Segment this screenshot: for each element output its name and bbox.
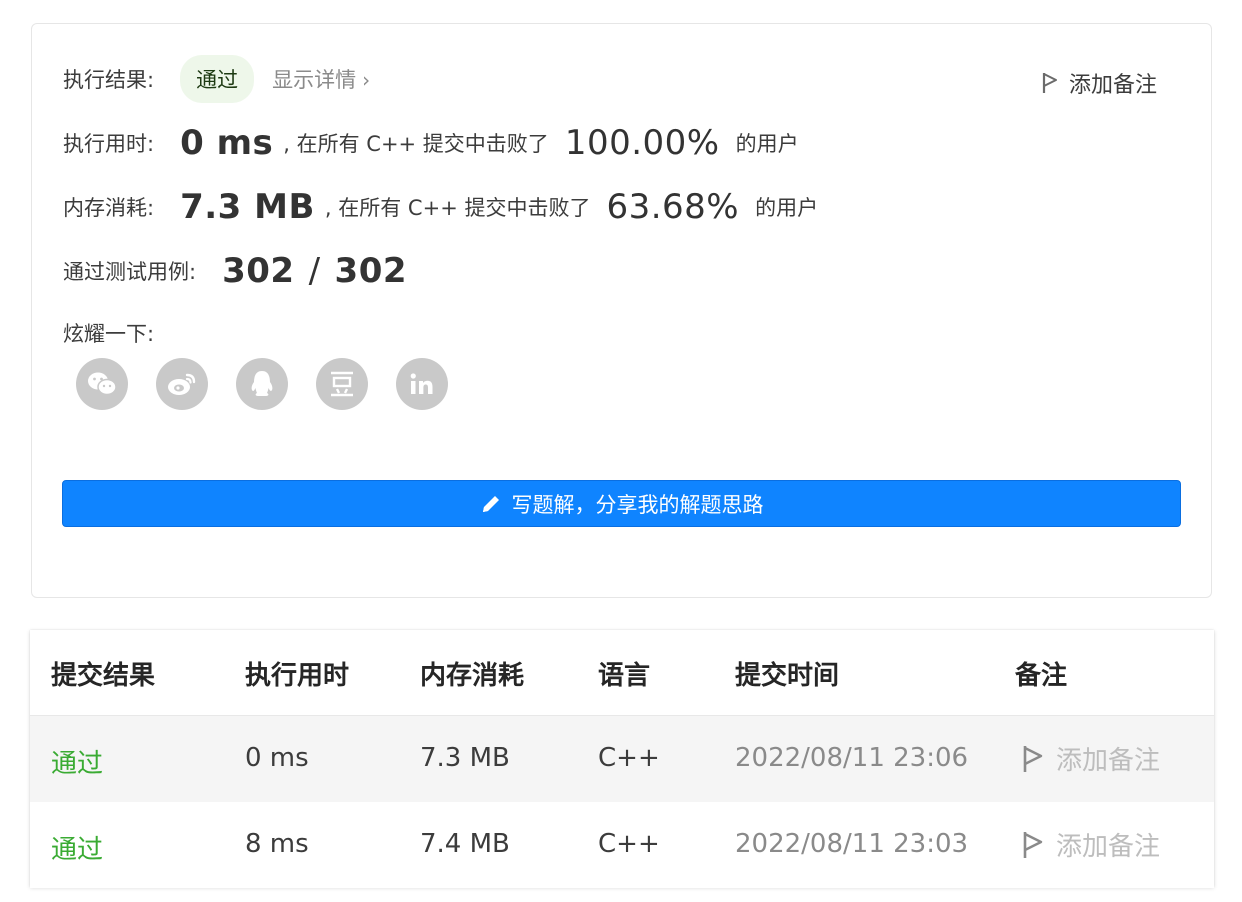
runtime-label: 执行用时: bbox=[63, 132, 155, 156]
row-runtime: 0 ms bbox=[245, 743, 309, 773]
table-row[interactable]: 通过 0 ms 7.3 MB C++ 2022/08/11 23:06 添加备注 bbox=[30, 716, 1214, 803]
row-add-note-button[interactable]: 添加备注 bbox=[1022, 826, 1160, 863]
runtime-mid-text: , 在所有 C++ 提交中击败了 bbox=[283, 132, 549, 156]
memory-suffix: 的用户 bbox=[755, 196, 819, 220]
submissions-table: 提交结果 执行用时 内存消耗 语言 提交时间 备注 通过 0 ms 7.3 MB… bbox=[30, 630, 1214, 888]
share-label: 炫耀一下: bbox=[63, 322, 155, 346]
row-add-note-button[interactable]: 添加备注 bbox=[1022, 740, 1160, 777]
row-submit-time: 2022/08/11 23:06 bbox=[735, 743, 969, 773]
result-label: 执行结果: bbox=[63, 68, 155, 92]
tests-label: 通过测试用例: bbox=[63, 260, 197, 284]
add-note-label: 添加备注 bbox=[1068, 73, 1157, 98]
write-solution-label: 写题解，分享我的解题思路 bbox=[511, 492, 764, 517]
flag-icon bbox=[1023, 831, 1043, 858]
row-runtime: 8 ms bbox=[245, 829, 309, 859]
header-note: 备注 bbox=[1015, 661, 1068, 691]
row-language: C++ bbox=[598, 743, 660, 773]
tests-passed: 302 bbox=[222, 251, 295, 291]
row-submit-time: 2022/08/11 23:03 bbox=[735, 829, 969, 859]
flag-icon bbox=[1023, 745, 1043, 772]
memory-label: 内存消耗: bbox=[63, 196, 155, 220]
write-solution-button[interactable]: 写题解，分享我的解题思路 bbox=[62, 480, 1181, 527]
runtime-row: 执行用时: 0 ms , 在所有 C++ 提交中击败了 100.00% 的用户 bbox=[63, 123, 799, 163]
memory-percent: 63.68% bbox=[606, 187, 740, 227]
share-icons bbox=[76, 358, 448, 410]
table-row[interactable]: 通过 8 ms 7.4 MB C++ 2022/08/11 23:03 添加备注 bbox=[30, 802, 1214, 888]
table-header: 提交结果 执行用时 内存消耗 语言 提交时间 备注 bbox=[30, 630, 1214, 716]
memory-value: 7.3 MB bbox=[180, 187, 315, 227]
flag-icon bbox=[1042, 73, 1057, 93]
show-details-link[interactable]: 显示详情 › bbox=[272, 64, 370, 94]
douban-icon[interactable] bbox=[316, 358, 368, 410]
row-memory: 7.3 MB bbox=[420, 743, 510, 773]
result-row: 执行结果: 通过 显示详情 › bbox=[63, 55, 370, 103]
runtime-percent: 100.00% bbox=[564, 123, 720, 163]
row-language: C++ bbox=[598, 829, 660, 859]
linkedin-icon[interactable] bbox=[396, 358, 448, 410]
weibo-icon[interactable] bbox=[156, 358, 208, 410]
add-note-button[interactable]: 添加备注 bbox=[1041, 67, 1157, 99]
row-memory: 7.4 MB bbox=[420, 829, 510, 859]
header-memory: 内存消耗 bbox=[420, 661, 525, 691]
memory-row: 内存消耗: 7.3 MB , 在所有 C++ 提交中击败了 63.68% 的用户 bbox=[63, 187, 818, 227]
chevron-right-icon: › bbox=[362, 68, 371, 92]
pencil-icon bbox=[482, 495, 499, 512]
tests-row: 通过测试用例: 302 / 302 bbox=[63, 251, 407, 291]
runtime-value: 0 ms bbox=[180, 123, 274, 163]
result-card: 执行结果: 通过 显示详情 › 添加备注 执行用时: 0 ms , 在所有 C++… bbox=[31, 23, 1212, 598]
share-row: 炫耀一下: bbox=[63, 318, 154, 348]
tests-total: 302 bbox=[334, 251, 408, 291]
tests-separator: / bbox=[308, 251, 321, 291]
memory-mid-text: , 在所有 C++ 提交中击败了 bbox=[324, 196, 591, 220]
wechat-icon[interactable] bbox=[76, 358, 128, 410]
row-note-label: 添加备注 bbox=[1056, 746, 1161, 776]
row-status[interactable]: 通过 bbox=[51, 743, 103, 780]
header-status: 提交结果 bbox=[51, 661, 156, 691]
qq-icon[interactable] bbox=[236, 358, 288, 410]
header-language: 语言 bbox=[598, 661, 651, 691]
status-badge: 通过 bbox=[180, 55, 255, 103]
row-status[interactable]: 通过 bbox=[51, 829, 103, 866]
header-submit-time: 提交时间 bbox=[735, 661, 840, 691]
show-details-label: 显示详情 bbox=[272, 68, 357, 92]
runtime-suffix: 的用户 bbox=[735, 132, 799, 156]
header-runtime: 执行用时 bbox=[245, 661, 350, 691]
row-note-label: 添加备注 bbox=[1056, 832, 1161, 862]
